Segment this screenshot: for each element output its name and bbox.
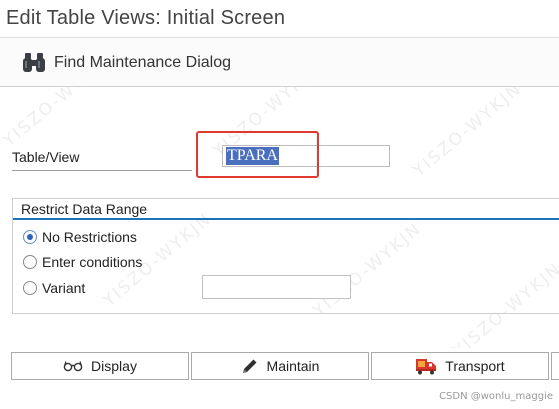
find-maintenance-dialog-label: Find Maintenance Dialog [54,54,231,71]
bottom-button-bar: Display Maintain Transport CSDN @wonlu_m… [0,348,559,409]
application-toolbar: Find Maintenance Dialog [0,39,559,87]
transport-button[interactable]: Transport [371,352,549,380]
option-label: Variant [42,280,86,296]
option-no-restrictions[interactable]: No Restrictions [23,226,137,248]
glasses-icon [63,360,83,372]
variant-input[interactable] [202,275,351,299]
more-button[interactable] [551,352,559,380]
page-title: Edit Table Views: Initial Screen [6,7,286,29]
option-variant[interactable]: Variant [23,277,85,299]
transport-button-label: Transport [445,358,505,374]
restrict-data-range-title: Restrict Data Range [21,201,148,217]
display-button-label: Display [91,358,137,374]
option-enter-conditions[interactable]: Enter conditions [23,251,142,273]
table-view-label: Table/View [12,149,192,171]
radio-no-restrictions[interactable] [23,230,37,244]
truck-icon [415,357,437,375]
pencil-icon [241,357,259,375]
maintain-button[interactable]: Maintain [191,352,369,380]
table-view-input[interactable]: TPARA [222,145,390,167]
display-button[interactable]: Display [11,352,189,380]
find-maintenance-dialog-button[interactable]: Find Maintenance Dialog [22,51,231,75]
binoculars-icon [22,52,46,74]
maintain-button-label: Maintain [266,358,320,374]
option-label: Enter conditions [42,254,143,270]
table-view-value: TPARA [226,147,279,165]
title-bar: Edit Table Views: Initial Screen [0,0,559,38]
group-title-underline [13,218,559,220]
edit-table-views-screen: YISZO-WYKJN YISZO-WYKJN YISZO-WYKJN YISZ… [0,0,559,409]
option-label: No Restrictions [42,229,137,245]
restrict-data-range-group: Restrict Data Range No Restrictions Ente… [12,198,559,314]
radio-variant[interactable] [23,281,37,295]
footer-credit: CSDN @wonlu_maggie [439,391,553,402]
table-view-row: Table/View TPARA [12,143,559,173]
radio-enter-conditions[interactable] [23,255,37,269]
